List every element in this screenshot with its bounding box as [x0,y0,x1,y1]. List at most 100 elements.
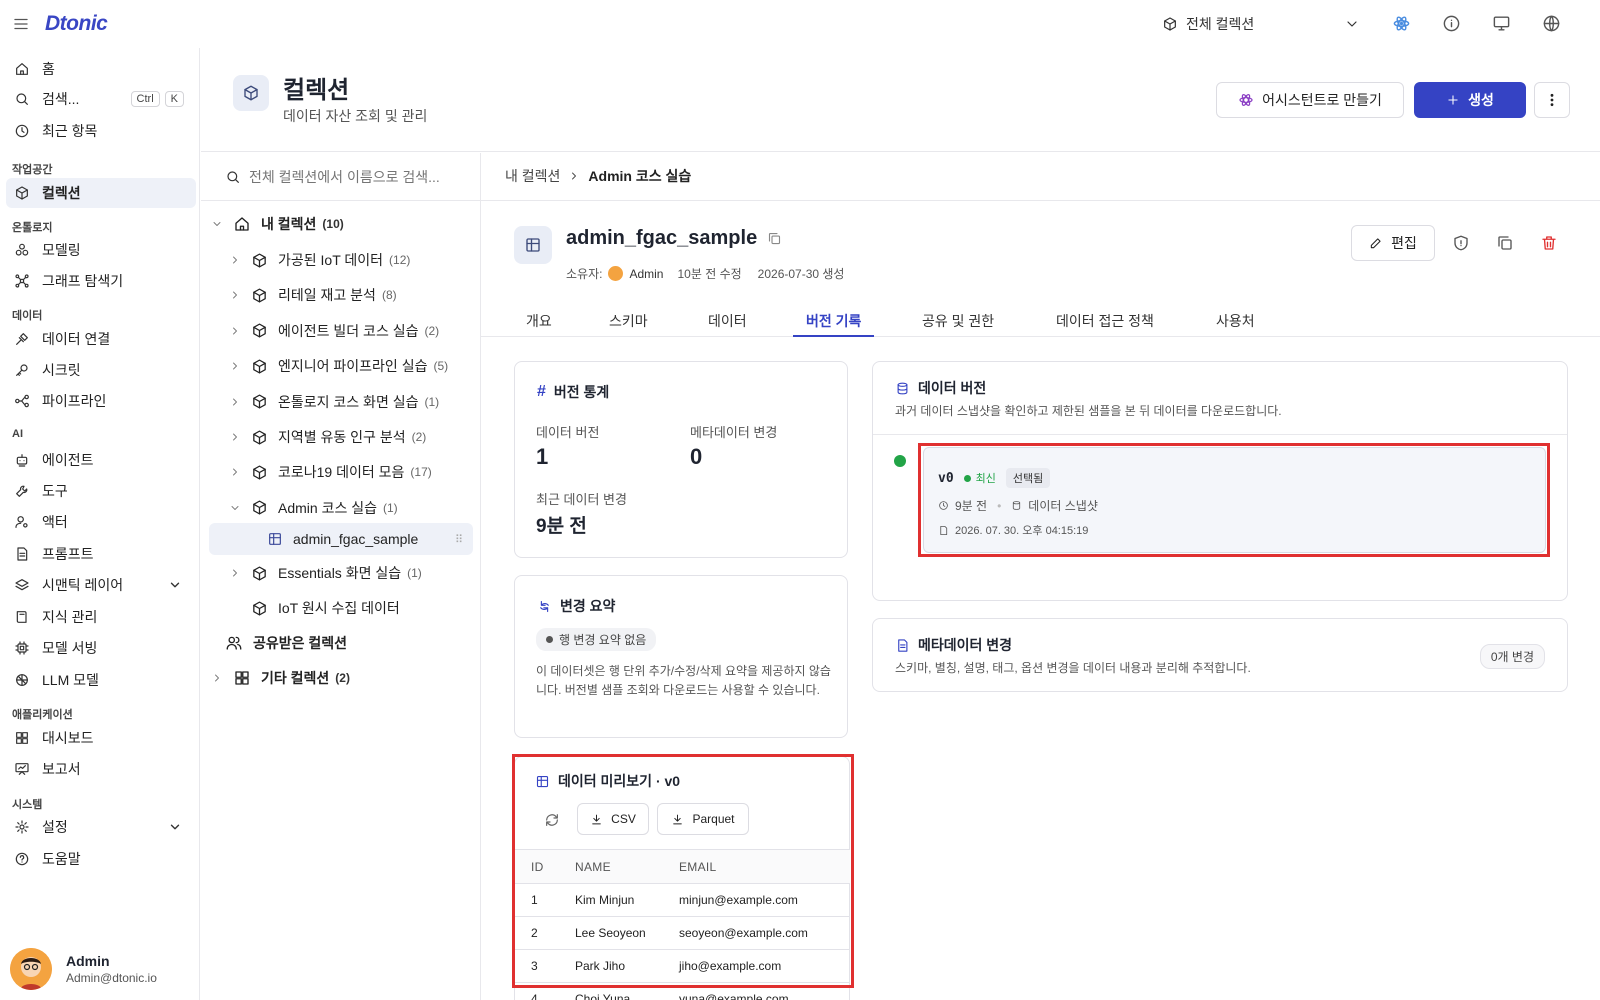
chevron-right-icon [229,254,241,266]
nav-recent[interactable]: 최근 항목 [6,116,196,146]
tree-item[interactable]: 가공된 IoT 데이터 (12) [229,244,471,276]
nav-search[interactable]: 검색... Ctrl K [6,84,196,114]
grid-icon [233,669,251,687]
kbd-k: K [164,91,184,107]
metadata-changes-count: 0개 변경 [1479,644,1545,669]
tree-item[interactable]: 온톨로지 코스 화면 실습 (1) [229,386,471,418]
menu-icon[interactable] [12,15,30,33]
create-button[interactable]: 생성 [1414,82,1526,118]
nav-actor[interactable]: 액터 [6,507,196,537]
tree-search-input[interactable] [249,168,469,185]
dataset-title: admin_fgac_sample [566,227,782,250]
info-icon[interactable] [1442,14,1461,33]
tab-version-history[interactable]: 버전 기록 [793,305,875,337]
react-icon[interactable] [1392,14,1411,33]
tree-other-collections[interactable]: 기타 컬렉션 (2) [211,662,471,694]
nav-modeling[interactable]: 모델링 [6,235,196,265]
nav-settings[interactable]: 설정 [6,812,196,842]
nav-section-data: 데이터 [12,310,43,322]
nav-model-serving[interactable]: 모델 서빙 [6,633,196,663]
nav-section-ontology: 온톨로지 [12,222,53,234]
tree-item-label: Essentials 화면 실습 [278,565,402,581]
tree-item-admin-fgac-sample[interactable]: admin_fgac_sample ⠿ [209,523,473,555]
shapes-icon [14,242,30,258]
change-summary-title: 변경 요약 [537,596,615,616]
nav-report[interactable]: 보고서 [6,754,196,784]
app-logo[interactable]: Dtonic [45,12,108,36]
tree-item[interactable]: 코로나19 데이터 모음 (17) [229,456,471,488]
page-title: 컬렉션 [283,77,350,104]
chevron-right-icon [211,672,223,684]
chevron-right-icon [229,325,241,337]
clock-icon [14,123,30,139]
tree-item-label: 가공된 IoT 데이터 [278,252,384,268]
tree-item[interactable]: Admin 코스 실습 (1) [229,492,471,524]
metadata-changes-card: 메타데이터 변경 스키마, 별칭, 설명, 태그, 옵션 변경을 데이터 내용과… [872,618,1568,692]
tree-item[interactable]: IoT 원시 수집 데이터 [229,592,471,624]
nav-help[interactable]: 도움말 [6,844,196,874]
tree-item-count: (5) [433,359,449,374]
stat-label-last-change: 최근 데이터 변경 [536,492,627,507]
nav-secret[interactable]: 시크릿 [6,355,196,385]
tab-overview[interactable]: 개요 [513,305,565,337]
copy-icon[interactable] [767,231,782,246]
tab-schema[interactable]: 스키마 [596,305,661,337]
nav-graph-explorer[interactable]: 그래프 탐색기 [6,266,196,296]
cube-icon [251,358,268,375]
tab-data[interactable]: 데이터 [695,305,760,337]
tree-item[interactable]: 지역별 유동 인구 분석 (2) [229,421,471,453]
users-icon [225,634,243,652]
cube-icon [14,185,30,201]
left-nav: 홈 검색... Ctrl K 최근 항목 작업공간 컬렉션 온톨로지 모델링 그… [0,48,200,1000]
tab-sharing[interactable]: 공유 및 권한 [909,305,1007,337]
user-cog-icon [14,514,30,530]
tree-item-label: 리테일 재고 분석 [278,287,376,304]
chevron-right-icon [229,466,241,478]
tree-item[interactable]: 리테일 재고 분석 (8) [229,279,471,311]
pencil-icon [1369,236,1383,250]
divider [481,200,1600,201]
tree-my-collections[interactable]: 내 컬렉션 (10) [211,208,471,240]
tree-item-label: Admin 코스 실습 [278,499,377,516]
collection-select[interactable]: 전체 컬렉션 [1162,10,1364,38]
monitor-icon[interactable] [1492,14,1511,33]
chevron-right-icon [229,567,241,579]
refresh-arrows-icon [537,599,552,614]
tree-item[interactable]: 엔지니어 파이프라인 실습 (5) [229,350,471,382]
cube-icon [251,393,268,410]
nav-llm-model[interactable]: LLM 모델 [6,665,196,695]
plug-icon [14,331,30,347]
tree-item[interactable]: Essentials 화면 실습 (1) [229,557,471,589]
tree-shared-collections[interactable]: 공유받은 컬렉션 [225,627,471,659]
edit-button[interactable]: 편집 [1351,225,1435,261]
table-icon [514,226,552,264]
duplicate-icon[interactable] [1496,234,1514,252]
nav-knowledge[interactable]: 지식 관리 [6,602,196,632]
divider [873,434,1567,435]
change-summary-card: 변경 요약 행 변경 요약 없음 이 데이터셋은 행 단위 추가/수정/삭제 요… [514,575,848,738]
breadcrumb-root[interactable]: 내 컬렉션 [505,166,560,186]
nav-data-connection[interactable]: 데이터 연결 [6,324,196,354]
data-versions-title: 데이터 버전 [895,378,986,398]
more-options-button[interactable] [1534,82,1570,118]
tree-item[interactable]: 에이전트 빌더 코스 실습 (2) [229,315,471,347]
nav-agent[interactable]: 에이전트 [6,445,196,475]
user-profile[interactable]: Admin Admin@dtonic.io [10,948,157,990]
change-summary-desc: 이 데이터셋은 행 단위 추가/수정/삭제 요약을 제공하지 않습니다. 버전별… [536,664,831,697]
nav-home[interactable]: 홈 [6,54,196,84]
nav-semantic-layer[interactable]: 시맨틱 레이어 [6,570,196,600]
nav-dashboard[interactable]: 대시보드 [6,723,196,753]
globe-icon[interactable] [1542,14,1561,33]
owner-avatar [608,266,624,281]
assistant-button[interactable]: 어시스턴트로 만들기 [1216,82,1404,118]
cpu-icon [14,640,30,656]
tab-access-policy[interactable]: 데이터 접근 정책 [1043,305,1167,337]
trash-icon[interactable] [1540,234,1558,252]
tab-usage[interactable]: 사용처 [1203,305,1268,337]
nav-pipeline[interactable]: 파이프라인 [6,386,196,416]
nav-collections[interactable]: 컬렉션 [6,178,196,208]
nav-tools[interactable]: 도구 [6,476,196,506]
drag-handle-icon[interactable]: ⠿ [455,533,463,546]
shield-icon[interactable] [1452,234,1470,252]
nav-prompt[interactable]: 프롬프트 [6,539,196,569]
